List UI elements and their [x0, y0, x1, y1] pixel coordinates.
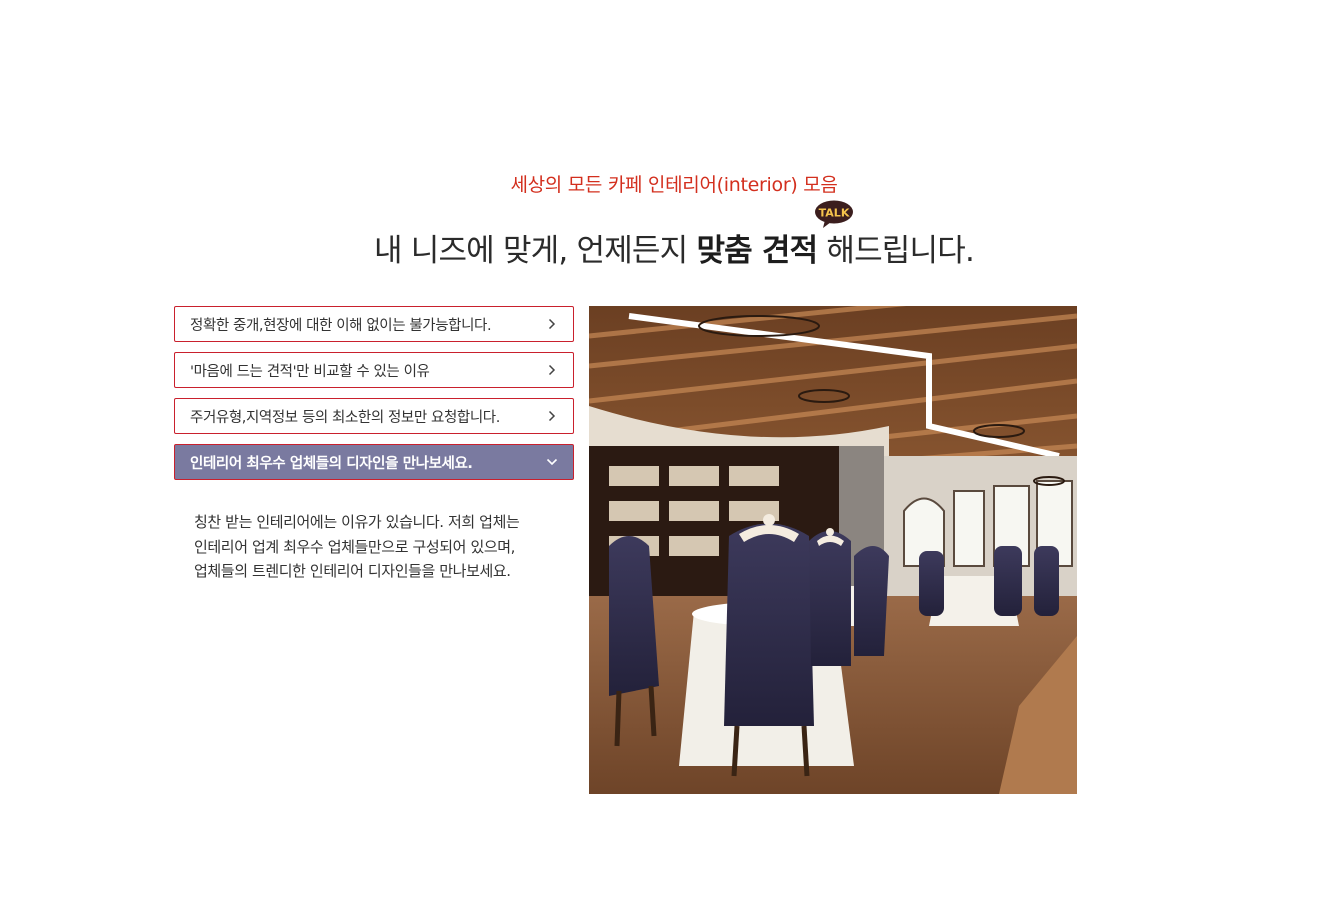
- accordion-item-minimal-info[interactable]: 주거유형,지역정보 등의 최소한의 정보만 요청합니다.: [174, 398, 574, 434]
- cafe-interior-illustration: [589, 306, 1077, 794]
- headline-bold: 맞춤 견적: [696, 233, 818, 269]
- chevron-down-icon: [546, 456, 558, 468]
- accordion-active-body: 칭찬 받는 인테리어에는 이유가 있습니다. 저희 업체는 인테리어 업계 최우…: [194, 510, 574, 584]
- chevron-right-icon: [546, 410, 558, 422]
- talk-badge-label: TALK: [819, 207, 850, 220]
- body-line: 인테리어 업계 최우수 업체들만으로 구성되어 있으며,: [194, 537, 516, 556]
- accordion-item-label: '마음에 드는 견적'만 비교할 수 있는 이유: [190, 363, 430, 380]
- body-line: 칭찬 받는 인테리어에는 이유가 있습니다. 저희 업체는: [194, 513, 520, 531]
- accordion-item-label: 인테리어 최우수 업체들의 디자인을 만나보세요.: [190, 455, 473, 472]
- accordion-item-compare-quotes[interactable]: '마음에 드는 견적'만 비교할 수 있는 이유: [174, 352, 574, 388]
- cafe-interior-photo: [589, 306, 1077, 794]
- headline-pre: 내 니즈에 맞게, 언제든지: [373, 233, 697, 269]
- accordion-item-top-designs[interactable]: 인테리어 최우수 업체들의 디자인을 만나보세요.: [174, 444, 574, 480]
- chevron-right-icon: [546, 364, 558, 376]
- kakao-talk-icon[interactable]: TALK: [814, 200, 854, 228]
- section-subtitle: 세상의 모든 카페 인테리어(interior) 모음: [510, 174, 838, 196]
- body-line: 업체들의 트렌디한 인테리어 디자인들을 만나보세요.: [194, 562, 511, 580]
- accordion-item-label: 주거유형,지역정보 등의 최소한의 정보만 요청합니다.: [190, 409, 500, 426]
- headline-post: 해드립니다.: [817, 233, 975, 269]
- accordion-item-label: 정확한 중개,현장에 대한 이해 없이는 불가능합니다.: [190, 317, 492, 334]
- chevron-right-icon: [546, 318, 558, 330]
- section-headline: 내 니즈에 맞게, 언제든지 맞춤 견적 해드립니다.: [0, 225, 1317, 270]
- accordion-item-accurate-brokerage[interactable]: 정확한 중개,현장에 대한 이해 없이는 불가능합니다.: [174, 306, 574, 342]
- feature-accordion: 정확한 중개,현장에 대한 이해 없이는 불가능합니다. '마음에 드는 견적'…: [174, 306, 574, 490]
